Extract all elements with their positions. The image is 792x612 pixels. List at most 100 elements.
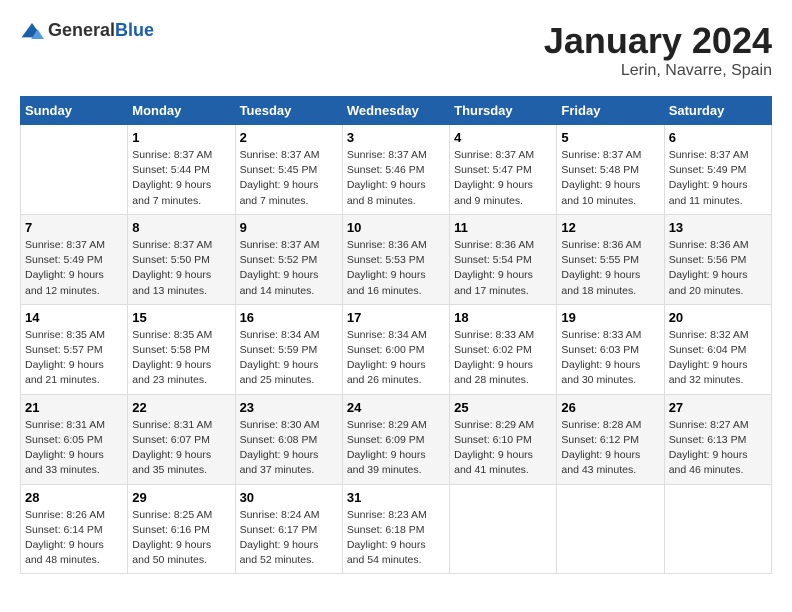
day-info: Sunrise: 8:33 AM Sunset: 6:02 PM Dayligh…: [454, 328, 552, 389]
calendar-cell: 11 Sunrise: 8:36 AM Sunset: 5:54 PM Dayli…: [450, 214, 557, 304]
day-number: 13: [669, 220, 767, 235]
day-info: Sunrise: 8:29 AM Sunset: 6:09 PM Dayligh…: [347, 418, 445, 479]
calendar-cell: 4 Sunrise: 8:37 AM Sunset: 5:47 PM Daylig…: [450, 125, 557, 215]
calendar-cell: [450, 484, 557, 574]
calendar-cell: 8Sunrise: 8:37 AM Sunset: 5:50 PM Daylig…: [128, 214, 235, 304]
calendar-cell: 6 Sunrise: 8:37 AM Sunset: 5:49 PM Daylig…: [664, 125, 771, 215]
day-number: 6: [669, 130, 767, 145]
day-number: 15: [132, 310, 230, 325]
day-number: 27: [669, 400, 767, 415]
calendar-cell: 12Sunrise: 8:36 AM Sunset: 5:55 PM Dayli…: [557, 214, 664, 304]
location-title: Lerin, Navarre, Spain: [544, 62, 772, 80]
calendar-cell: 18 Sunrise: 8:33 AM Sunset: 6:02 PM Dayli…: [450, 304, 557, 394]
day-number: 12: [561, 220, 659, 235]
day-info: Sunrise: 8:37 AM Sunset: 5:48 PM Dayligh…: [561, 148, 659, 209]
calendar-table: SundayMondayTuesdayWednesdayThursdayFrid…: [20, 96, 772, 574]
day-number: 16: [240, 310, 338, 325]
day-info: Sunrise: 8:37 AM Sunset: 5:44 PM Dayligh…: [132, 148, 230, 209]
weekday-header: Saturday: [664, 97, 771, 125]
logo-general: General: [48, 20, 115, 40]
day-number: 20: [669, 310, 767, 325]
day-info: Sunrise: 8:36 AM Sunset: 5:53 PM Dayligh…: [347, 238, 445, 299]
day-info: Sunrise: 8:37 AM Sunset: 5:47 PM Dayligh…: [454, 148, 552, 209]
day-info: Sunrise: 8:37 AM Sunset: 5:49 PM Dayligh…: [25, 238, 123, 299]
calendar-cell: 14 Sunrise: 8:35 AM Sunset: 5:57 PM Dayli…: [21, 304, 128, 394]
page-header: GeneralBlue January 2024 Lerin, Navarre,…: [20, 20, 772, 80]
day-number: 17: [347, 310, 445, 325]
calendar-week-row: 1 Sunrise: 8:37 AM Sunset: 5:44 PM Daylig…: [21, 125, 772, 215]
weekday-header: Wednesday: [342, 97, 449, 125]
weekday-header: Sunday: [21, 97, 128, 125]
day-number: 29: [132, 490, 230, 505]
day-info: Sunrise: 8:33 AM Sunset: 6:03 PM Dayligh…: [561, 328, 659, 389]
calendar-cell: 31Sunrise: 8:23 AM Sunset: 6:18 PM Dayli…: [342, 484, 449, 574]
day-info: Sunrise: 8:37 AM Sunset: 5:46 PM Dayligh…: [347, 148, 445, 209]
calendar-cell: [557, 484, 664, 574]
day-info: Sunrise: 8:32 AM Sunset: 6:04 PM Dayligh…: [669, 328, 767, 389]
day-number: 9: [240, 220, 338, 235]
day-info: Sunrise: 8:35 AM Sunset: 5:57 PM Dayligh…: [25, 328, 123, 389]
day-number: 3: [347, 130, 445, 145]
calendar-cell: 2Sunrise: 8:37 AM Sunset: 5:45 PM Daylig…: [235, 125, 342, 215]
logo-icon: [20, 21, 44, 41]
day-number: 26: [561, 400, 659, 415]
calendar-week-row: 14 Sunrise: 8:35 AM Sunset: 5:57 PM Dayli…: [21, 304, 772, 394]
calendar-cell: 22 Sunrise: 8:31 AM Sunset: 6:07 PM Dayli…: [128, 394, 235, 484]
day-info: Sunrise: 8:30 AM Sunset: 6:08 PM Dayligh…: [240, 418, 338, 479]
day-info: Sunrise: 8:29 AM Sunset: 6:10 PM Dayligh…: [454, 418, 552, 479]
day-number: 14: [25, 310, 123, 325]
day-info: Sunrise: 8:37 AM Sunset: 5:52 PM Dayligh…: [240, 238, 338, 299]
day-number: 1: [132, 130, 230, 145]
logo: GeneralBlue: [20, 20, 154, 41]
day-number: 24: [347, 400, 445, 415]
day-info: Sunrise: 8:31 AM Sunset: 6:05 PM Dayligh…: [25, 418, 123, 479]
calendar-cell: 26 Sunrise: 8:28 AM Sunset: 6:12 PM Dayli…: [557, 394, 664, 484]
calendar-cell: 19Sunrise: 8:33 AM Sunset: 6:03 PM Dayli…: [557, 304, 664, 394]
weekday-header: Friday: [557, 97, 664, 125]
day-number: 25: [454, 400, 552, 415]
calendar-cell: 25 Sunrise: 8:29 AM Sunset: 6:10 PM Dayli…: [450, 394, 557, 484]
day-info: Sunrise: 8:37 AM Sunset: 5:49 PM Dayligh…: [669, 148, 767, 209]
day-info: Sunrise: 8:34 AM Sunset: 5:59 PM Dayligh…: [240, 328, 338, 389]
calendar-cell: 24 Sunrise: 8:29 AM Sunset: 6:09 PM Dayli…: [342, 394, 449, 484]
title-block: January 2024 Lerin, Navarre, Spain: [544, 20, 772, 80]
day-info: Sunrise: 8:35 AM Sunset: 5:58 PM Dayligh…: [132, 328, 230, 389]
day-number: 10: [347, 220, 445, 235]
weekday-header: Thursday: [450, 97, 557, 125]
calendar-week-row: 21 Sunrise: 8:31 AM Sunset: 6:05 PM Dayli…: [21, 394, 772, 484]
day-number: 4: [454, 130, 552, 145]
day-number: 7: [25, 220, 123, 235]
day-number: 18: [454, 310, 552, 325]
day-number: 5: [561, 130, 659, 145]
calendar-cell: 21 Sunrise: 8:31 AM Sunset: 6:05 PM Dayli…: [21, 394, 128, 484]
calendar-cell: 23Sunrise: 8:30 AM Sunset: 6:08 PM Dayli…: [235, 394, 342, 484]
calendar-cell: 16 Sunrise: 8:34 AM Sunset: 5:59 PM Dayli…: [235, 304, 342, 394]
calendar-cell: 3 Sunrise: 8:37 AM Sunset: 5:46 PM Daylig…: [342, 125, 449, 215]
calendar-cell: 17Sunrise: 8:34 AM Sunset: 6:00 PM Dayli…: [342, 304, 449, 394]
day-info: Sunrise: 8:26 AM Sunset: 6:14 PM Dayligh…: [25, 508, 123, 569]
calendar-cell: 13Sunrise: 8:36 AM Sunset: 5:56 PM Dayli…: [664, 214, 771, 304]
weekday-header: Tuesday: [235, 97, 342, 125]
calendar-cell: 9 Sunrise: 8:37 AM Sunset: 5:52 PM Daylig…: [235, 214, 342, 304]
calendar-cell: 10 Sunrise: 8:36 AM Sunset: 5:53 PM Dayli…: [342, 214, 449, 304]
day-info: Sunrise: 8:27 AM Sunset: 6:13 PM Dayligh…: [669, 418, 767, 479]
calendar-week-row: 28Sunrise: 8:26 AM Sunset: 6:14 PM Dayli…: [21, 484, 772, 574]
day-info: Sunrise: 8:24 AM Sunset: 6:17 PM Dayligh…: [240, 508, 338, 569]
calendar-cell: 30Sunrise: 8:24 AM Sunset: 6:17 PM Dayli…: [235, 484, 342, 574]
calendar-cell: 5 Sunrise: 8:37 AM Sunset: 5:48 PM Daylig…: [557, 125, 664, 215]
calendar-cell: 20 Sunrise: 8:32 AM Sunset: 6:04 PM Dayli…: [664, 304, 771, 394]
day-info: Sunrise: 8:31 AM Sunset: 6:07 PM Dayligh…: [132, 418, 230, 479]
calendar-week-row: 7 Sunrise: 8:37 AM Sunset: 5:49 PM Daylig…: [21, 214, 772, 304]
calendar-cell: 27 Sunrise: 8:27 AM Sunset: 6:13 PM Dayli…: [664, 394, 771, 484]
day-number: 22: [132, 400, 230, 415]
day-info: Sunrise: 8:28 AM Sunset: 6:12 PM Dayligh…: [561, 418, 659, 479]
calendar-cell: 1 Sunrise: 8:37 AM Sunset: 5:44 PM Daylig…: [128, 125, 235, 215]
calendar-cell: 15 Sunrise: 8:35 AM Sunset: 5:58 PM Dayli…: [128, 304, 235, 394]
day-info: Sunrise: 8:37 AM Sunset: 5:50 PM Dayligh…: [132, 238, 230, 299]
weekday-header: Monday: [128, 97, 235, 125]
day-info: Sunrise: 8:36 AM Sunset: 5:54 PM Dayligh…: [454, 238, 552, 299]
day-number: 2: [240, 130, 338, 145]
day-number: 11: [454, 220, 552, 235]
day-number: 21: [25, 400, 123, 415]
day-info: Sunrise: 8:23 AM Sunset: 6:18 PM Dayligh…: [347, 508, 445, 569]
